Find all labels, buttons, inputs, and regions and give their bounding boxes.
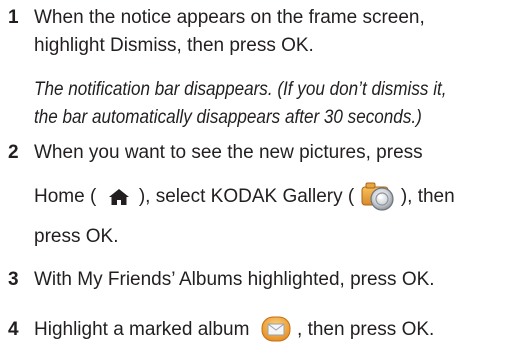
step-2-text-line-3: press OK. bbox=[34, 226, 119, 247]
instruction-page: 1 When the notice appears on the frame s… bbox=[0, 0, 511, 356]
step-4-text: Highlight a marked album , then press OK… bbox=[34, 316, 435, 342]
step-number: 2 bbox=[8, 142, 19, 163]
step-4-text-part-a: Highlight a marked album bbox=[34, 319, 250, 340]
kodak-gallery-icon bbox=[361, 182, 394, 211]
step-2-text-part-c: ), then bbox=[400, 186, 455, 207]
step-2-text-part-b: ), select KODAK Gallery ( bbox=[138, 186, 355, 207]
step-1-note-line-2: the bar automatically disappears after 3… bbox=[34, 107, 422, 128]
step-number: 4 bbox=[8, 319, 19, 340]
home-icon bbox=[108, 188, 129, 205]
step-1-text-line-2: highlight Dismiss, then press OK. bbox=[34, 35, 314, 56]
step-1-note-line-1: The notification bar disappears. (If you… bbox=[34, 79, 447, 100]
step-number: 3 bbox=[8, 269, 19, 290]
step-2-text-line-2: Home ( ), select KODAK Gallery (), then bbox=[34, 182, 455, 211]
step-2-text-part-a: Home ( bbox=[34, 186, 97, 207]
step-3-text: With My Friends’ Albums highlighted, pre… bbox=[34, 269, 435, 290]
step-4-text-part-b: , then press OK. bbox=[297, 319, 435, 340]
step-1-text-line-1: When the notice appears on the frame scr… bbox=[34, 7, 425, 28]
step-2-text-line-1: When you want to see the new pictures, p… bbox=[34, 142, 423, 163]
marked-album-icon bbox=[261, 316, 291, 342]
step-number: 1 bbox=[8, 7, 19, 28]
